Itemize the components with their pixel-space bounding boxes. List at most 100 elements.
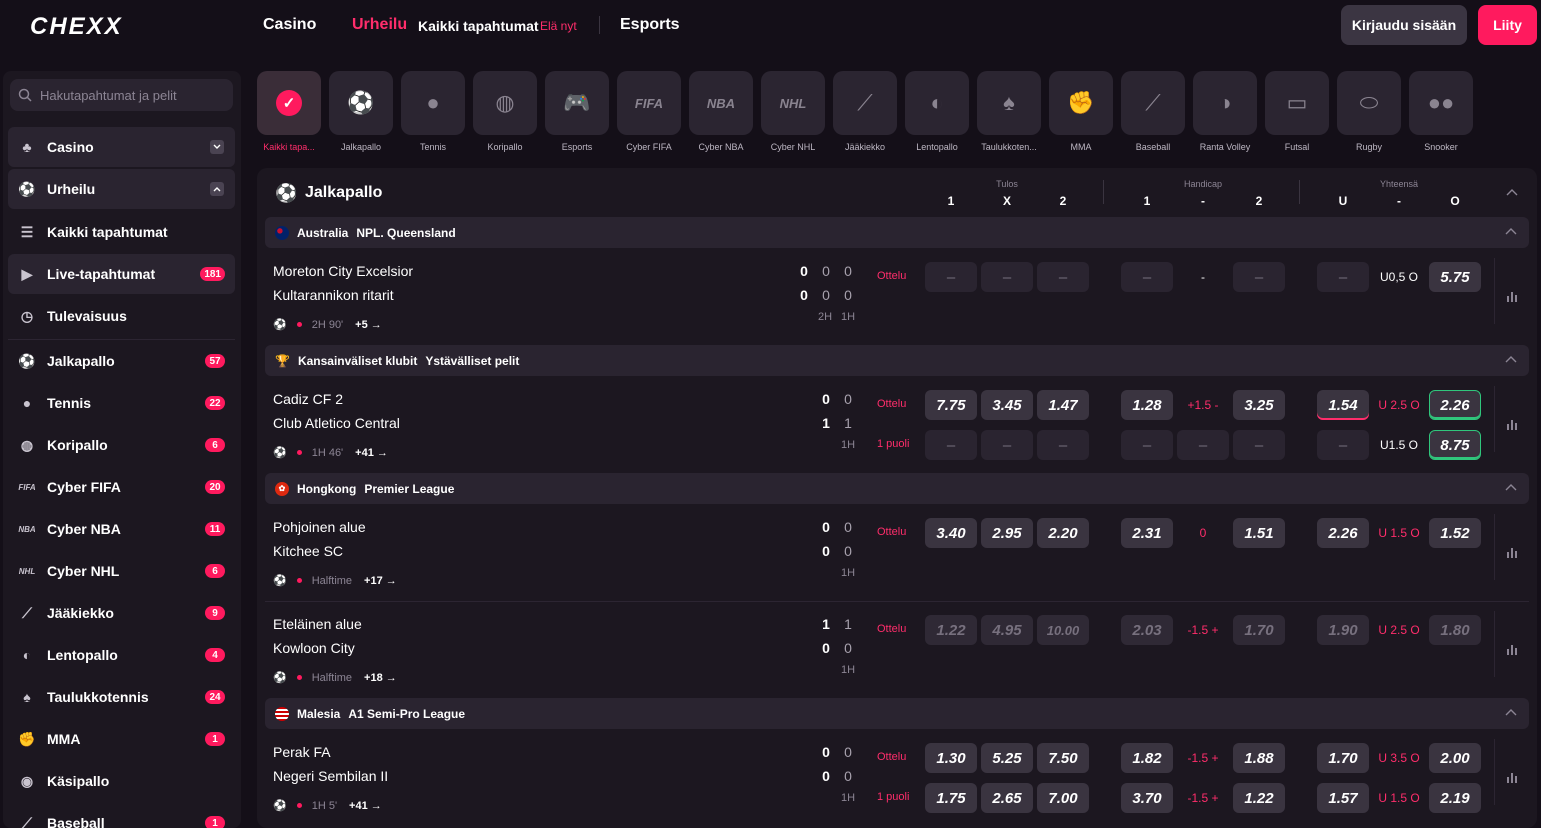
sidebar-item-future[interactable]: ◷ Tulevaisuus (8, 296, 235, 336)
sidebar-item-all-events[interactable]: ☰ Kaikki tapahtumat (8, 212, 235, 252)
odd-button[interactable]: 3.70 (1121, 783, 1173, 813)
odd-button[interactable]: 1.90 (1317, 615, 1369, 645)
away-team[interactable]: Kultarannikon ritarit (273, 287, 394, 303)
odd-button[interactable]: 1.30 (925, 743, 977, 773)
home-team[interactable]: Perak FA (273, 744, 331, 760)
sidebar-item-football[interactable]: ⚽ Jalkapallo 57 (8, 341, 235, 381)
odd-button[interactable]: 7.75 (925, 390, 977, 420)
nav-casino[interactable]: Casino (263, 16, 316, 34)
sport-tab-snooker[interactable]: ●● (1409, 71, 1473, 135)
odd-button[interactable]: 1.51 (1233, 518, 1285, 548)
odd-button[interactable]: 1.70 (1233, 615, 1285, 645)
odd-button[interactable]: 3.45 (981, 390, 1033, 420)
odd-button[interactable]: 5.75 (1429, 262, 1481, 292)
stats-icon[interactable] (1506, 771, 1520, 783)
odd-button[interactable]: 1.54 (1317, 390, 1369, 420)
odd-button[interactable]: 2.03 (1121, 615, 1173, 645)
join-button[interactable]: Liity (1478, 5, 1537, 45)
sidebar-item-tennis[interactable]: ● Tennis 22 (8, 383, 235, 423)
odd-button[interactable]: – (1317, 262, 1369, 292)
odd-button[interactable]: 1.47 (1037, 390, 1089, 420)
odd-button[interactable]: 1.82 (1121, 743, 1173, 773)
home-team[interactable]: Cadiz CF 2 (273, 391, 343, 407)
sidebar-item-hockey[interactable]: ⟋ Jääkiekko 9 (8, 593, 235, 633)
odd-button[interactable]: 2.65 (981, 783, 1033, 813)
stats-icon[interactable] (1506, 546, 1520, 558)
sidebar-item-cyber-nhl[interactable]: NHL Cyber NHL 6 (8, 551, 235, 591)
more-markets-link[interactable]: +17 → (364, 575, 397, 587)
chevron-up-icon[interactable] (210, 182, 224, 196)
odd-button[interactable]: 10.00 (1037, 615, 1089, 645)
more-markets-link[interactable]: +5 → (355, 319, 382, 331)
odd-button[interactable]: 8.75 (1429, 430, 1481, 460)
chevron-up-icon[interactable] (1505, 355, 1517, 363)
brand-logo[interactable]: CHEXX (30, 13, 123, 41)
sport-tab-tennis[interactable]: ● (401, 71, 465, 135)
stats-icon[interactable] (1506, 418, 1520, 430)
sidebar-item-baseball[interactable]: ⟋ Baseball 1 (8, 803, 235, 828)
more-markets-link[interactable]: +18 → (364, 672, 397, 684)
odd-button[interactable]: 7.00 (1037, 783, 1089, 813)
sidebar-item-table-tennis[interactable]: ♠ Taulukkotennis 24 (8, 677, 235, 717)
login-button[interactable]: Kirjaudu sisään (1341, 5, 1467, 45)
sport-tab-baseball[interactable]: ⟋ (1121, 71, 1185, 135)
sidebar-item-mma[interactable]: ✊ MMA 1 (8, 719, 235, 759)
nav-all-events[interactable]: Kaikki tapahtumat (418, 18, 539, 34)
home-team[interactable]: Eteläinen alue (273, 616, 362, 632)
home-team[interactable]: Pohjoinen alue (273, 519, 366, 535)
odd-button[interactable]: – (1121, 430, 1173, 460)
odd-button[interactable]: – (925, 430, 977, 460)
odd-button[interactable]: – (1037, 262, 1089, 292)
sidebar-item-cyber-fifa[interactable]: FIFA Cyber FIFA 20 (8, 467, 235, 507)
odd-button[interactable]: 4.95 (981, 615, 1033, 645)
chevron-up-icon[interactable] (1505, 227, 1517, 235)
league-header[interactable]: 🏆 Kansainväliset klubit Ystävälliset peli… (265, 345, 1529, 376)
odd-button[interactable]: 1.22 (925, 615, 977, 645)
search-input[interactable]: Hakutapahtumat ja pelit (10, 79, 233, 111)
home-team[interactable]: Moreton City Excelsior (273, 263, 413, 279)
sport-tab-fifa[interactable]: FIFA (617, 71, 681, 135)
odd-button[interactable]: 1.28 (1121, 390, 1173, 420)
odd-button[interactable]: 1.75 (925, 783, 977, 813)
league-header[interactable]: ✿ Hongkong Premier League (265, 473, 1529, 504)
odd-button[interactable]: 1.88 (1233, 743, 1285, 773)
sidebar-item-volleyball[interactable]: ◐ Lentopallo 4 (8, 635, 235, 675)
odd-button[interactable]: 3.40 (925, 518, 977, 548)
sport-tab-gamepad[interactable]: 🎮 (545, 71, 609, 135)
nav-live[interactable]: Elä nyt (540, 19, 577, 33)
odd-button[interactable]: – (1233, 430, 1285, 460)
sidebar-item-basketball[interactable]: ◍ Koripallo 6 (8, 425, 235, 465)
odd-button[interactable]: 2.95 (981, 518, 1033, 548)
odd-button[interactable]: 2.20 (1037, 518, 1089, 548)
odd-button[interactable]: 3.25 (1233, 390, 1285, 420)
odd-button[interactable]: 1.57 (1317, 783, 1369, 813)
nav-esports[interactable]: Esports (620, 16, 680, 34)
sport-tab-table-tennis[interactable]: ♠ (977, 71, 1041, 135)
odd-button[interactable]: – (981, 430, 1033, 460)
league-header[interactable]: Australia NPL. Queensland (265, 217, 1529, 248)
league-header[interactable]: Malesia A1 Semi-Pro League (265, 698, 1529, 729)
odd-button[interactable]: – (925, 262, 977, 292)
odd-button[interactable]: 2.19 (1429, 783, 1481, 813)
more-markets-link[interactable]: +41 → (349, 800, 382, 812)
odd-button[interactable]: – (1037, 430, 1089, 460)
odd-button[interactable]: 1.70 (1317, 743, 1369, 773)
sport-tab-football[interactable]: ⚽ (329, 71, 393, 135)
odd-button[interactable]: 2.26 (1429, 390, 1481, 420)
odd-button[interactable]: 7.50 (1037, 743, 1089, 773)
sidebar-item-casino[interactable]: ♣ Casino (8, 127, 235, 167)
stats-icon[interactable] (1506, 290, 1520, 302)
sidebar-item-live[interactable]: ▶ Live-tapahtumat 181 (8, 254, 235, 294)
odd-button[interactable]: – (1233, 262, 1285, 292)
away-team[interactable]: Kowloon City (273, 640, 355, 656)
sport-tab-volleyball[interactable]: ◐ (905, 71, 969, 135)
stats-icon[interactable] (1506, 643, 1520, 655)
chevron-up-icon[interactable] (1506, 188, 1518, 196)
odd-button[interactable]: 1.22 (1233, 783, 1285, 813)
odd-button[interactable]: – (1317, 430, 1369, 460)
more-markets-link[interactable]: +41 → (355, 447, 388, 459)
odd-button[interactable]: 2.26 (1317, 518, 1369, 548)
sport-tab-check[interactable]: ✓ (257, 71, 321, 135)
sport-tab-rugby[interactable]: ⬭ (1337, 71, 1401, 135)
sport-tab-mma[interactable]: ✊ (1049, 71, 1113, 135)
